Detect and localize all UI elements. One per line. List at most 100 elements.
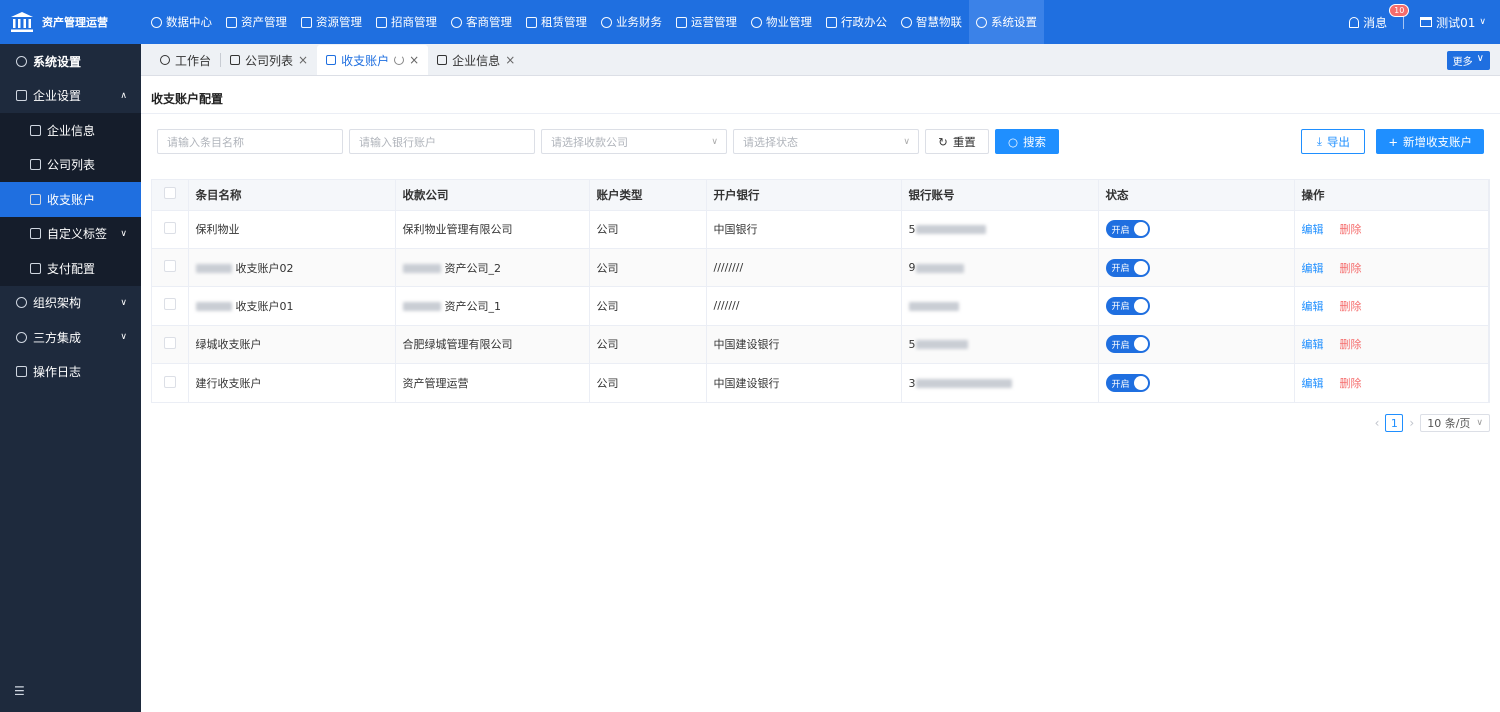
edit-link[interactable]: 编辑 [1302, 262, 1324, 275]
delete-link[interactable]: 删除 [1340, 223, 1362, 236]
status-cell: 开启 [1098, 286, 1295, 326]
name-input[interactable]: 请输入条目名称 [157, 129, 343, 154]
sidebar-item-payment-config[interactable]: 支付配置 [0, 251, 141, 286]
status-switch[interactable]: 开启 [1105, 296, 1150, 315]
messages-button[interactable]: 消息 10 [1349, 3, 1410, 31]
redacted-value [195, 302, 232, 312]
select-all-checkbox[interactable] [164, 187, 176, 200]
status-select[interactable]: 请选择状态 ∨ [733, 129, 919, 154]
status-switch[interactable]: 开启 [1105, 258, 1150, 277]
nav-item-merchant[interactable]: 客商管理 [444, 0, 519, 44]
chevron-up-icon: ∧ [120, 90, 127, 101]
add-account-button[interactable]: + 新增收支账户 [1376, 129, 1484, 154]
sidebar-item-accounts[interactable]: 收支账户 [0, 182, 141, 217]
nav-item-asset[interactable]: 资产管理 [219, 0, 294, 44]
row-select-cell [152, 247, 189, 287]
tab-enterprise-info[interactable]: 企业信息 × [428, 45, 524, 75]
page-number[interactable]: 1 [1385, 414, 1404, 432]
sidebar-title[interactable]: 系统设置 [0, 44, 141, 79]
brand[interactable]: 资产管理运营 [0, 0, 141, 44]
row-checkbox[interactable] [164, 260, 176, 273]
main-nav: 数据中心 资产管理 资源管理 招商管理 客商管理 租赁管理 业务财务 运营管理 … [144, 0, 1044, 44]
page-size-select[interactable]: 10 条/页 ∨ [1420, 414, 1490, 432]
edit-link[interactable]: 编辑 [1302, 338, 1324, 351]
row-checkbox[interactable] [164, 336, 176, 349]
nav-item-finance[interactable]: 业务财务 [594, 0, 669, 44]
table-row: 收支账户02 资产公司_2 公司 //////// 9 开启 编辑 删除 [152, 247, 1489, 287]
chart-icon [676, 16, 687, 28]
nav-item-settings[interactable]: 系统设置 [969, 0, 1044, 44]
sidebar-item-operation-log[interactable]: 操作日志 [0, 355, 141, 390]
sidebar-item-enterprise-info[interactable]: 企业信息 [0, 113, 141, 148]
status-cell: 开启 [1098, 363, 1295, 402]
clock-icon [151, 16, 162, 28]
close-icon[interactable]: × [298, 53, 308, 67]
nav-item-resource[interactable]: 资源管理 [294, 0, 369, 44]
row-checkbox[interactable] [164, 375, 176, 388]
column-header: 条目名称 [188, 180, 396, 210]
next-page-icon[interactable]: › [1409, 416, 1414, 430]
name-cell: 绿城收支账户 [188, 324, 396, 364]
delete-link[interactable]: 删除 [1340, 262, 1362, 275]
status-switch[interactable]: 开启 [1105, 220, 1150, 239]
close-icon[interactable]: × [409, 53, 419, 67]
actions-cell: 编辑 删除 [1294, 247, 1489, 287]
nav-item-operation[interactable]: 运营管理 [669, 0, 744, 44]
bank-cell: //////// [706, 247, 902, 287]
nav-item-lease[interactable]: 租赁管理 [519, 0, 594, 44]
user-menu[interactable]: 测试01 ∨ [1420, 14, 1486, 31]
delete-link[interactable]: 删除 [1340, 300, 1362, 313]
redacted-value [915, 225, 986, 235]
prev-page-icon[interactable]: ‹ [1375, 416, 1380, 430]
sidebar-item-company-list[interactable]: 公司列表 [0, 147, 141, 182]
bank-account-input[interactable]: 请输入银行账户 [349, 129, 535, 154]
status-switch[interactable]: 开启 [1105, 335, 1150, 354]
house-icon [526, 16, 537, 28]
redacted-value [908, 301, 959, 311]
refresh-icon[interactable] [394, 55, 405, 65]
name-cell: 建行收支账户 [188, 363, 396, 402]
nav-item-investment[interactable]: 招商管理 [369, 0, 444, 44]
nav-item-iot[interactable]: 智慧物联 [894, 0, 969, 44]
more-tabs-button[interactable]: 更多 ∨ [1446, 51, 1490, 70]
chevron-down-icon: ∨ [120, 228, 127, 239]
chevron-down-icon: ∨ [1479, 17, 1486, 27]
tab-accounts[interactable]: 收支账户 × [317, 45, 429, 75]
search-button[interactable]: ○ 搜索 [995, 129, 1059, 154]
close-icon[interactable]: × [505, 53, 515, 67]
bell-icon [1349, 16, 1360, 28]
row-checkbox[interactable] [164, 221, 176, 234]
table-row: 绿城收支账户 合肥绿城管理有限公司 公司 中国建设银行 5 开启 编辑 删除 [152, 324, 1489, 364]
sidebar-item-enterprise-settings[interactable]: 企业设置 ∧ [0, 79, 141, 114]
chevron-down-icon: ∨ [120, 297, 127, 308]
sidebar-item-custom-tags[interactable]: 自定义标签 ∨ [0, 216, 141, 251]
export-button[interactable]: ⤓ 导出 [1301, 129, 1366, 154]
select-all-cell [152, 180, 189, 210]
company-cell: 资产公司_1 [395, 286, 590, 326]
delete-link[interactable]: 删除 [1340, 338, 1362, 351]
nav-item-property[interactable]: 物业管理 [744, 0, 819, 44]
column-header: 开户银行 [706, 180, 902, 210]
sidebar-item-organization[interactable]: 组织架构 ∨ [0, 286, 141, 321]
row-select-cell [152, 324, 189, 364]
column-header: 状态 [1098, 180, 1295, 210]
list-icon [326, 55, 337, 65]
edit-link[interactable]: 编辑 [1302, 377, 1324, 390]
reset-button[interactable]: ↻ 重置 [925, 129, 989, 154]
nav-item-data-center[interactable]: 数据中心 [144, 0, 219, 44]
status-switch[interactable]: 开启 [1105, 374, 1150, 392]
actions-cell: 编辑 删除 [1294, 363, 1489, 402]
company-select[interactable]: 请选择收款公司 ∨ [541, 129, 727, 154]
nav-item-admin[interactable]: 行政办公 [819, 0, 894, 44]
row-checkbox[interactable] [164, 298, 176, 311]
collapse-sidebar-icon[interactable]: ☰ [14, 684, 25, 698]
edit-link[interactable]: 编辑 [1302, 300, 1324, 313]
sidebar-item-integration[interactable]: 三方集成 ∨ [0, 320, 141, 355]
tab-workbench[interactable]: 工作台 [151, 45, 220, 75]
tab-company-list[interactable]: 公司列表 × [221, 45, 317, 75]
delete-link[interactable]: 删除 [1340, 377, 1362, 390]
download-icon: ⤓ [1316, 134, 1322, 148]
table-header: 条目名称 收款公司 账户类型 开户银行 银行账号 状态 操作 [152, 180, 1489, 210]
redacted-value [402, 302, 441, 312]
edit-link[interactable]: 编辑 [1302, 223, 1324, 236]
